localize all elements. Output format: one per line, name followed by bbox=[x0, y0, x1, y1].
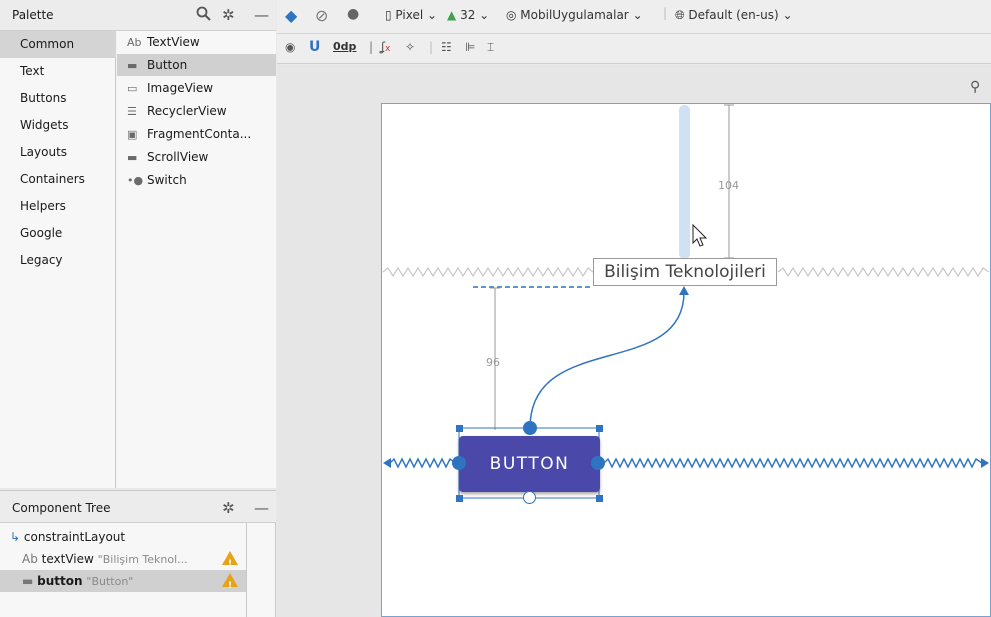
button-right-constraint bbox=[603, 457, 983, 469]
canvas-button[interactable]: BUTTON bbox=[459, 436, 600, 492]
bottom-anchor-handle[interactable] bbox=[523, 491, 536, 504]
constraint-overlay bbox=[382, 104, 990, 499]
textview-right-constraint bbox=[777, 266, 990, 278]
left-anchor-handle[interactable] bbox=[452, 456, 466, 470]
canvas-textview[interactable]: Bilişim Teknolojileri bbox=[593, 258, 777, 286]
right-anchor-handle[interactable] bbox=[591, 456, 605, 470]
textview-left-constraint bbox=[382, 266, 594, 278]
top-anchor-handle[interactable] bbox=[523, 421, 537, 435]
button-top-constraint bbox=[529, 291, 685, 429]
drag-guide bbox=[679, 105, 690, 259]
button-margin-label: 96 bbox=[486, 356, 500, 369]
button-left-constraint bbox=[389, 457, 456, 469]
constraint-arrow bbox=[679, 286, 689, 295]
mouse-cursor-icon bbox=[692, 223, 708, 247]
resize-handle-top-right[interactable] bbox=[596, 425, 603, 432]
resize-handle-top-left[interactable] bbox=[456, 425, 463, 432]
resize-handle-bottom-right[interactable] bbox=[596, 495, 603, 502]
resize-handle-bottom-left[interactable] bbox=[456, 495, 463, 502]
top-margin-label: 104 bbox=[718, 179, 739, 192]
